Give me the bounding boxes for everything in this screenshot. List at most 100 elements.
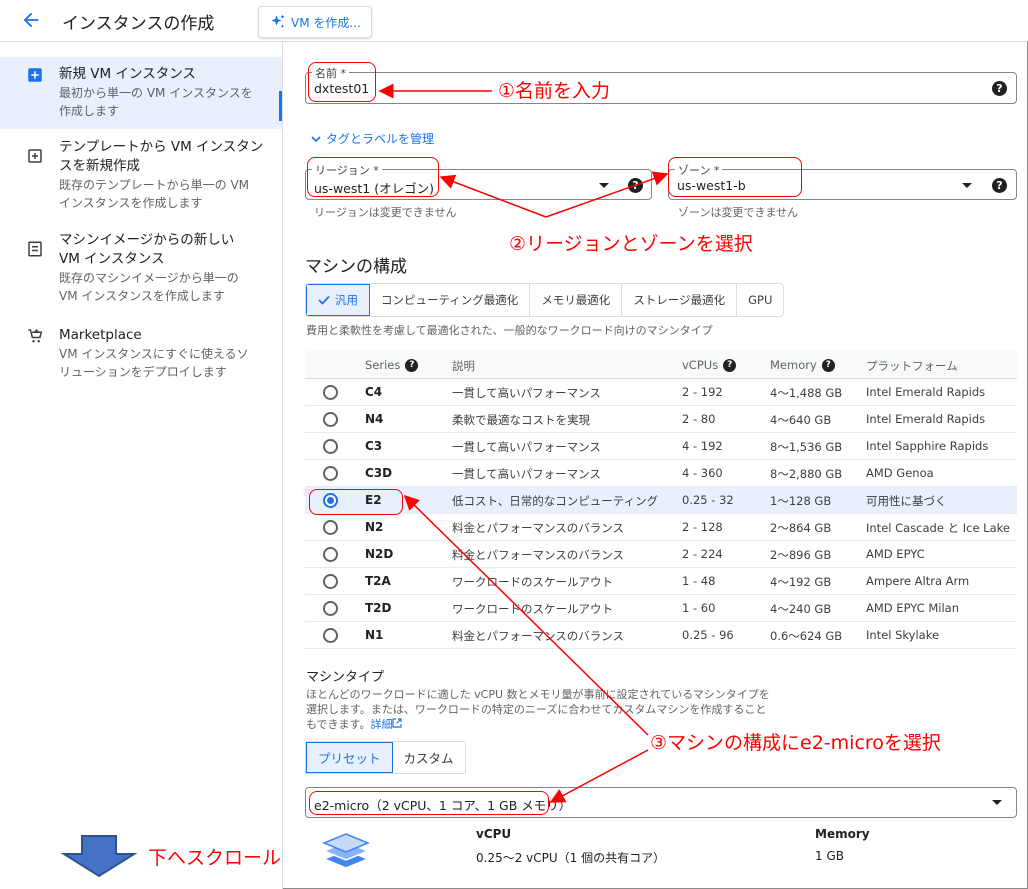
vcpus-cell: 1 - 48: [682, 574, 716, 588]
table-row[interactable]: N4 柔軟で最適なコストを実現 2 - 80 4～640 GB Intel Emeral…: [305, 406, 1017, 433]
tab-label: メモリ最適化: [541, 293, 611, 307]
add-box-icon: [28, 68, 42, 82]
template-icon: [28, 149, 42, 163]
series-radio[interactable]: [323, 628, 338, 643]
tab-compute-optimized[interactable]: コンピューティング最適化: [370, 284, 531, 316]
desc-line: ほとんどのワークロードに適した vCPU 数とメモリ量が事前に設定されているマシ…: [306, 688, 770, 701]
col-label: Series: [365, 358, 401, 372]
col-vcpus: vCPUs ?: [682, 358, 737, 372]
tab-memory-optimized[interactable]: メモリ最適化: [530, 284, 623, 316]
series-cell: N2: [365, 520, 384, 534]
sidebar: 新規 VM インスタンス 最初から単一の VM インスタンスを作成します テンプ…: [0, 42, 283, 889]
series-radio[interactable]: [323, 439, 338, 454]
scroll-down-arrow-icon: [60, 835, 138, 878]
series-cell: C3: [365, 439, 383, 453]
check-icon: [318, 295, 330, 305]
desc-cell: ワークロードのスケールアウト: [452, 602, 613, 616]
desc-cell: 料金とパフォーマンスのバランス: [452, 521, 625, 535]
memory-cell: 2～864 GB: [770, 521, 832, 535]
active-indicator: [279, 91, 282, 121]
table-row[interactable]: C4 一貫して高いパフォーマンス 2 - 192 4～1,488 GB Intel Em…: [305, 379, 1017, 406]
desc-text: もできます。: [306, 718, 371, 731]
tab-label: 汎用: [335, 293, 358, 307]
vcpus-cell: 4 - 192: [682, 439, 723, 453]
help-icon[interactable]: ?: [628, 178, 643, 193]
vcpus-cell: 4 - 360: [682, 466, 723, 480]
table-row[interactable]: E2 低コスト、日常的なコンピューティング 0.25 - 32 1～128 GB 可用性…: [305, 487, 1017, 514]
manage-tags-link[interactable]: タグとラベルを管理: [311, 130, 434, 147]
series-cell: C4: [365, 385, 383, 399]
memory-heading: Memory: [815, 827, 870, 841]
tab-storage-optimized[interactable]: ストレージ最適化: [622, 284, 738, 316]
help-icon[interactable]: ?: [723, 358, 737, 372]
col-label: 説明: [452, 359, 475, 373]
tab-label: GPU: [748, 293, 773, 307]
help-icon[interactable]: ?: [405, 358, 419, 372]
memory-cell: 4～192 GB: [770, 575, 832, 589]
learn-more-link[interactable]: 詳細: [370, 718, 392, 731]
col-label: Memory: [770, 358, 817, 372]
page-title: インスタンスの作成: [62, 14, 215, 34]
series-radio[interactable]: [323, 601, 338, 616]
table-row[interactable]: N1 料金とパフォーマンスのバランス 0.25 - 96 0.6～624 GB Inte…: [305, 622, 1017, 649]
desc-cell: 一貫して高いパフォーマンス: [452, 386, 601, 400]
help-icon[interactable]: ?: [992, 81, 1007, 96]
create-vm-button[interactable]: VM を作成...: [258, 6, 372, 38]
tab-preset[interactable]: プリセット: [306, 742, 393, 773]
table-row[interactable]: T2D ワークロードのスケールアウト 1 - 60 4～240 GB AMD EPYC …: [305, 595, 1017, 622]
memory-cell: 8～2,880 GB: [770, 467, 843, 481]
platform-cell: Intel Emerald Rapids: [866, 385, 986, 399]
table-row[interactable]: C3D 一貫して高いパフォーマンス 4 - 360 8～2,880 GB AMD Gen…: [305, 460, 1017, 487]
layers-icon: [322, 833, 370, 869]
create-vm-label: VM を作成...: [291, 15, 361, 30]
table-row[interactable]: T2A ワークロードのスケールアウト 1 - 48 4～192 GB Ampere Al…: [305, 568, 1017, 595]
table-row[interactable]: N2D 料金とパフォーマンスのバランス 2 - 224 2～896 GB AMD EPY…: [305, 541, 1017, 568]
sidebar-item-from-machine-image[interactable]: マシンイメージからの新しい VM インスタンス 既存のマシンイメージから単一の …: [0, 231, 282, 311]
vcpus-cell: 0.25 - 96: [682, 628, 734, 642]
table-row[interactable]: C3 一貫して高いパフォーマンス 4 - 192 8～1,536 GB Intel Sa…: [305, 433, 1017, 460]
name-field[interactable]: 名前 * dxtest01 ?: [305, 65, 1017, 104]
vcpus-cell: 2 - 80: [682, 412, 716, 426]
sidebar-item-title: 新規 VM インスタンス: [59, 66, 196, 82]
table-row[interactable]: N2 料金とパフォーマンスのバランス 2 - 128 2～864 GB Intel Ca…: [305, 514, 1017, 541]
chevron-down-icon: [311, 135, 321, 142]
external-link-icon: [392, 718, 403, 728]
platform-cell: Intel Emerald Rapids: [866, 412, 986, 426]
series-cell: T2A: [365, 574, 391, 588]
sidebar-item-new-vm[interactable]: 新規 VM インスタンス 最初から単一の VM インスタンスを作成します: [0, 57, 282, 129]
memory-cell: 2～896 GB: [770, 548, 832, 562]
sidebar-item-desc: 最初から単一の VM インスタンスを作成します: [59, 86, 253, 118]
sidebar-item-title: テンプレートから VM インスタンスを新規作成: [59, 139, 264, 174]
series-radio[interactable]: [323, 520, 338, 535]
annotation-box-zone: [668, 157, 802, 197]
back-arrow-icon[interactable]: [20, 9, 42, 31]
machine-config-title: マシンの構成: [305, 257, 407, 277]
tab-custom[interactable]: カスタム: [392, 742, 465, 773]
sidebar-item-from-template[interactable]: テンプレートから VM インスタンスを新規作成 既存のテンプレートから単一の V…: [0, 138, 282, 218]
vcpus-cell: 0.25 - 32: [682, 493, 734, 507]
desc-cell: ワークロードのスケールアウト: [452, 575, 613, 589]
sidebar-item-marketplace[interactable]: Marketplace VM インスタンスにすぐに使えるソリューションをデプロイ…: [0, 326, 282, 386]
series-radio[interactable]: [323, 574, 338, 589]
tab-gpu[interactable]: GPU: [737, 284, 784, 316]
desc-cell: 料金とパフォーマンスのバランス: [452, 629, 625, 643]
help-icon[interactable]: ?: [821, 358, 835, 372]
machine-family-tabs: 汎用 コンピューティング最適化 メモリ最適化 ストレージ最適化 GPU: [305, 283, 785, 317]
vcpus-cell: 2 - 128: [682, 520, 723, 534]
help-icon[interactable]: ?: [992, 178, 1007, 193]
tab-general-purpose[interactable]: 汎用: [306, 284, 370, 316]
platform-cell: AMD EPYC Milan: [866, 601, 959, 615]
machine-type-desc: ほとんどのワークロードに適した vCPU 数とメモリ量が事前に設定されているマシ…: [306, 687, 786, 732]
annotation-step2: ②リージョンとゾーンを選択: [509, 233, 753, 255]
sidebar-item-desc: 既存のテンプレートから単一の VM インスタンスを作成します: [59, 178, 250, 210]
memory-cell: 1～128 GB: [770, 494, 832, 508]
sparkle-icon: [271, 14, 285, 28]
series-radio[interactable]: [323, 412, 338, 427]
table-body: C4 一貫して高いパフォーマンス 2 - 192 4～1,488 GB Intel Em…: [305, 379, 1017, 649]
series-radio[interactable]: [323, 547, 338, 562]
tab-label: コンピューティング最適化: [381, 293, 519, 307]
series-radio[interactable]: [323, 466, 338, 481]
series-radio[interactable]: [323, 385, 338, 400]
sidebar-item-desc: 既存のマシンイメージから単一の VM インスタンスを作成します: [59, 271, 239, 303]
sidebar-item-title: マシンイメージからの新しい VM インスタンス: [59, 232, 235, 267]
